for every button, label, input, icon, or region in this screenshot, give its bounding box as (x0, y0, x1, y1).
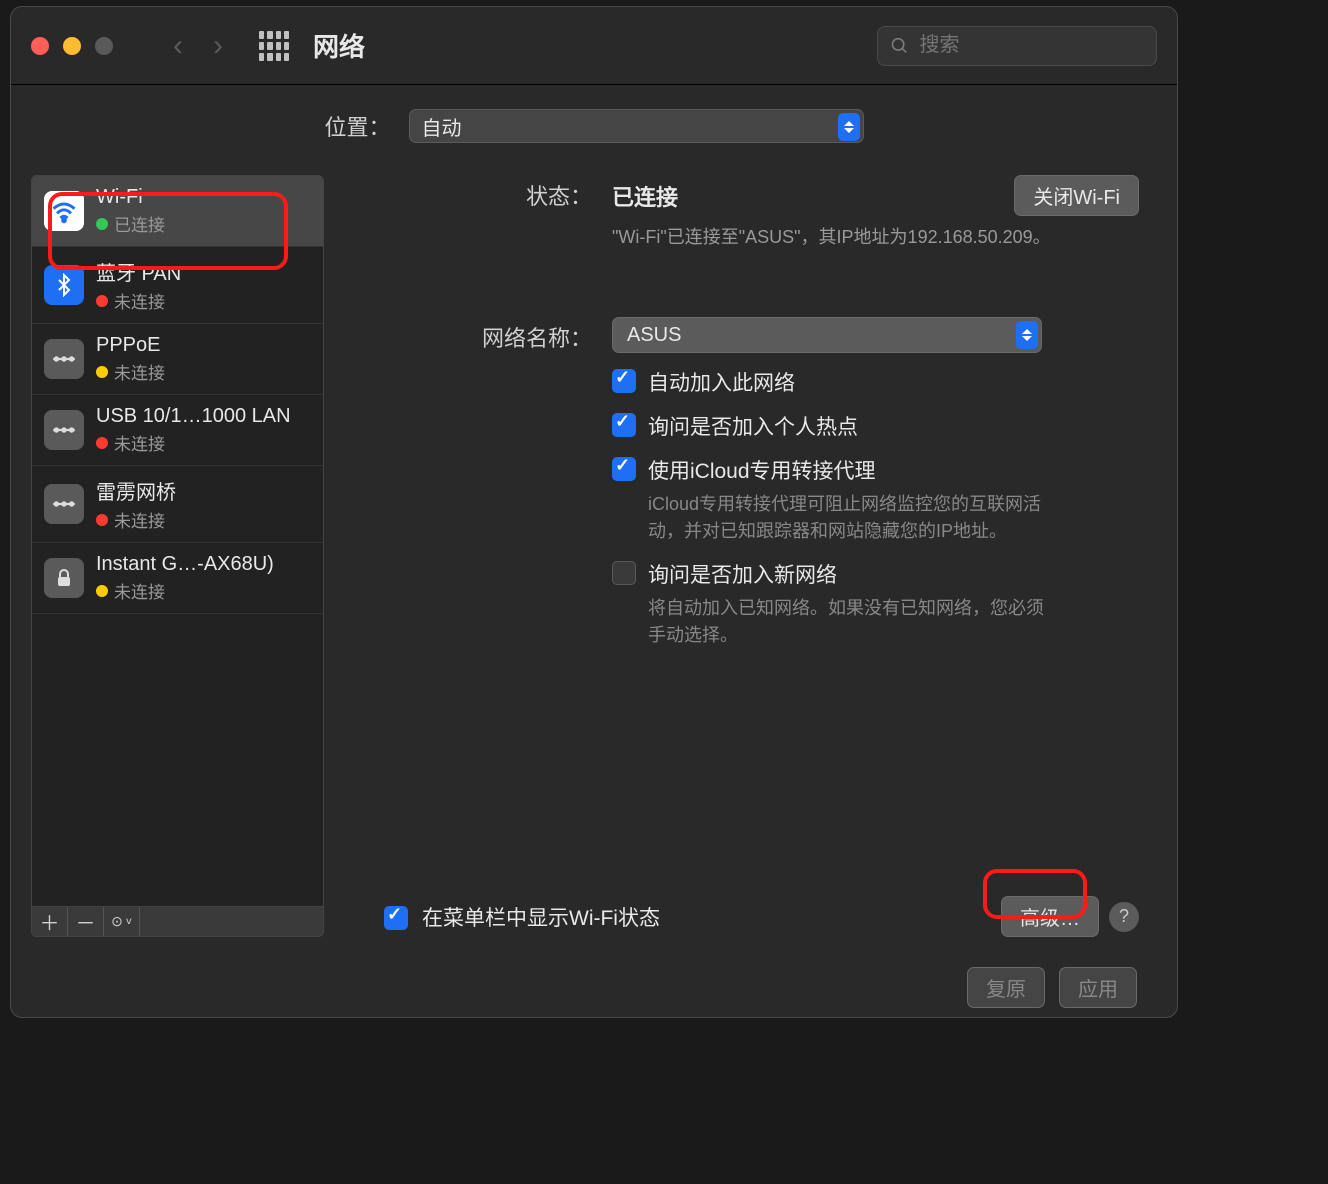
ask-hotspot-label: 询问是否加入个人热点 (648, 411, 858, 441)
service-item-vpn[interactable]: Instant G…-AX68U) 未连接 (32, 543, 323, 614)
traffic-lights (31, 37, 113, 55)
zoom-icon[interactable] (95, 37, 113, 55)
nav-buttons: ‹ › (173, 29, 223, 63)
wifi-toggle-button[interactable]: 关闭Wi-Fi (1014, 175, 1139, 216)
service-item-pppoe[interactable]: PPPoE 未连接 (32, 324, 323, 395)
window-title: 网络 (313, 27, 365, 64)
service-name: 蓝牙 PAN (96, 257, 181, 286)
menubar-status-label: 在菜单栏中显示Wi-Fi状态 (422, 902, 660, 932)
auto-join-checkbox[interactable] (612, 369, 636, 393)
icloud-relay-description: iCloud专用转接代理可阻止网络监控您的互联网活动，并对已知跟踪器和网站隐藏您… (648, 491, 1048, 545)
menubar-status-checkbox[interactable] (384, 906, 408, 930)
service-name: Instant G…-AX68U) (96, 553, 274, 576)
status-dot-icon (96, 437, 108, 449)
revert-button[interactable]: 复原 (967, 967, 1045, 1008)
service-name: PPPoE (96, 334, 165, 357)
close-icon[interactable] (31, 37, 49, 55)
service-name: USB 10/1…1000 LAN (96, 405, 291, 428)
service-item-usb-lan[interactable]: USB 10/1…1000 LAN 未连接 (32, 395, 323, 466)
ask-hotspot-checkbox[interactable] (612, 413, 636, 437)
minimize-icon[interactable] (63, 37, 81, 55)
add-service-button[interactable]: ＋ (32, 907, 68, 936)
footer-buttons: 复原 应用 (11, 957, 1177, 1017)
search-input[interactable] (919, 34, 1144, 57)
status-dot-icon (96, 295, 108, 307)
service-name: Wi-Fi (96, 186, 165, 209)
advanced-button[interactable]: 高级… (1001, 896, 1099, 937)
search-icon (890, 35, 909, 57)
search-field[interactable] (877, 26, 1157, 66)
status-value: 已连接 (612, 180, 678, 212)
ethernet-icon (44, 339, 84, 379)
ask-new-networks-description: 将自动加入已知网络。如果没有已知网络，您必须手动选择。 (648, 595, 1048, 649)
ethernet-icon (44, 484, 84, 524)
service-list-footer: ＋ － ⊙ⅴ (31, 907, 324, 937)
service-name: 雷雳网桥 (96, 476, 176, 505)
network-name-label: 网络名称： (348, 317, 592, 353)
location-label: 位置： (324, 110, 390, 142)
service-item-thunderbolt[interactable]: 雷雳网桥 未连接 (32, 466, 323, 543)
stepper-icon (838, 113, 860, 141)
location-value: 自动 (422, 112, 462, 141)
status-dot-icon (96, 585, 108, 597)
status-description: "Wi-Fi"已连接至"ASUS"，其IP地址为192.168.50.209。 (612, 224, 1139, 251)
wifi-icon (44, 191, 84, 231)
network-name-value: ASUS (627, 324, 681, 347)
back-button[interactable]: ‹ (173, 29, 183, 63)
apps-grid-icon[interactable] (259, 31, 289, 61)
location-row: 位置： 自动 (11, 85, 1177, 167)
ethernet-icon (44, 410, 84, 450)
titlebar: ‹ › 网络 (11, 7, 1177, 85)
status-dot-icon (96, 514, 108, 526)
status-dot-icon (96, 366, 108, 378)
stepper-icon (1016, 321, 1038, 349)
service-list: Wi-Fi 已连接 蓝牙 PAN 未连接 (31, 175, 324, 907)
service-item-wifi[interactable]: Wi-Fi 已连接 (32, 176, 323, 247)
lock-icon (44, 558, 84, 598)
ask-new-networks-checkbox[interactable] (612, 561, 636, 585)
auto-join-label: 自动加入此网络 (648, 367, 795, 397)
service-actions-button[interactable]: ⊙ⅴ (104, 907, 140, 936)
service-item-bluetooth[interactable]: 蓝牙 PAN 未连接 (32, 247, 323, 324)
help-button[interactable]: ? (1109, 902, 1139, 932)
bluetooth-icon (44, 265, 84, 305)
status-dot-icon (96, 218, 108, 230)
network-name-select[interactable]: ASUS (612, 317, 1042, 353)
service-sidebar: Wi-Fi 已连接 蓝牙 PAN 未连接 (31, 175, 324, 937)
status-label: 状态： (348, 175, 592, 211)
icloud-relay-checkbox[interactable] (612, 457, 636, 481)
location-select[interactable]: 自动 (409, 109, 864, 143)
ask-new-networks-label: 询问是否加入新网络 (648, 559, 1048, 589)
icloud-relay-label: 使用iCloud专用转接代理 (648, 455, 1048, 485)
detail-panel: 状态： 已连接 关闭Wi-Fi "Wi-Fi"已连接至"ASUS"，其IP地址为… (348, 175, 1157, 937)
remove-service-button[interactable]: － (68, 907, 104, 936)
forward-button: › (213, 29, 223, 63)
apply-button[interactable]: 应用 (1059, 967, 1137, 1008)
